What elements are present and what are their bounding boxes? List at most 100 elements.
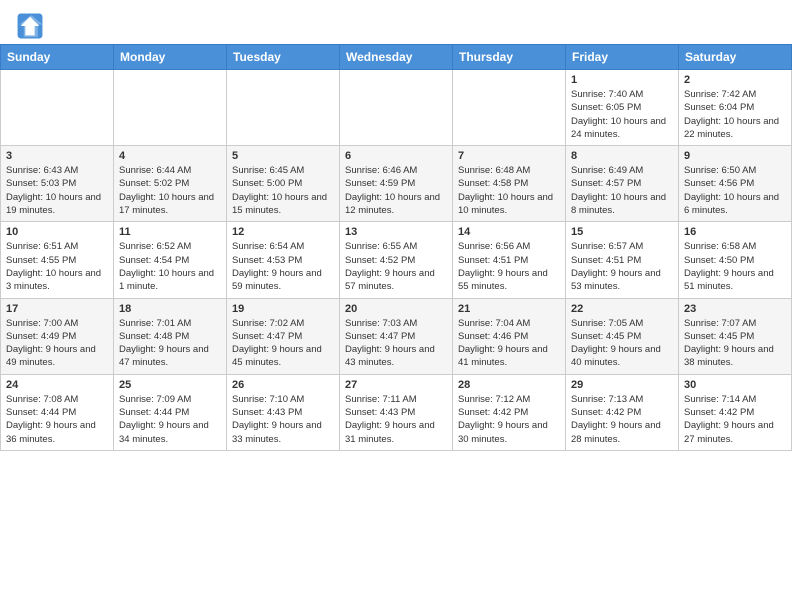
- day-header-thursday: Thursday: [453, 45, 566, 70]
- day-info: Sunrise: 7:13 AM Sunset: 4:42 PM Dayligh…: [571, 393, 673, 446]
- day-number: 11: [119, 226, 221, 238]
- calendar-cell: 8Sunrise: 6:49 AM Sunset: 4:57 PM Daylig…: [566, 146, 679, 222]
- page-header: [0, 0, 792, 44]
- day-info: Sunrise: 6:58 AM Sunset: 4:50 PM Dayligh…: [684, 240, 786, 293]
- calendar-cell: 13 Sunrise: 6:55 AM Sunset: 4:52 PM Dayli…: [340, 222, 453, 298]
- calendar-table: SundayMondayTuesdayWednesdayThursdayFrid…: [0, 44, 792, 451]
- calendar-cell: 25 Sunrise: 7:09 AM Sunset: 4:44 PM Dayli…: [114, 374, 227, 450]
- calendar-week-4: 17 Sunrise: 7:00 AM Sunset: 4:49 PM Dayli…: [1, 298, 792, 374]
- calendar-cell: 16Sunrise: 6:58 AM Sunset: 4:50 PM Dayli…: [679, 222, 792, 298]
- day-info: Sunrise: 7:04 AM Sunset: 4:46 PM Dayligh…: [458, 317, 560, 370]
- day-number: 18: [119, 303, 221, 315]
- day-info: Sunrise: 6:55 AM Sunset: 4:52 PM Dayligh…: [345, 240, 447, 293]
- day-info: Sunrise: 6:45 AM Sunset: 5:00 PM Dayligh…: [232, 164, 334, 217]
- day-info: Sunrise: 7:05 AM Sunset: 4:45 PM Dayligh…: [571, 317, 673, 370]
- calendar-cell: 2 Sunrise: 7:42 AM Sunset: 6:04 PM Daylig…: [679, 70, 792, 146]
- calendar-cell: 11 Sunrise: 6:52 AM Sunset: 4:54 PM Dayli…: [114, 222, 227, 298]
- day-number: 27: [345, 379, 447, 391]
- calendar-cell: 19 Sunrise: 7:02 AM Sunset: 4:47 PM Dayli…: [227, 298, 340, 374]
- day-info: Sunrise: 6:48 AM Sunset: 4:58 PM Dayligh…: [458, 164, 560, 217]
- calendar-cell: 3 Sunrise: 6:43 AM Sunset: 5:03 PM Daylig…: [1, 146, 114, 222]
- day-info: Sunrise: 6:57 AM Sunset: 4:51 PM Dayligh…: [571, 240, 673, 293]
- calendar-cell: [453, 70, 566, 146]
- day-number: 22: [571, 303, 673, 315]
- day-info: Sunrise: 7:10 AM Sunset: 4:43 PM Dayligh…: [232, 393, 334, 446]
- calendar-cell: [340, 70, 453, 146]
- day-number: 5: [232, 150, 334, 162]
- day-info: Sunrise: 6:52 AM Sunset: 4:54 PM Dayligh…: [119, 240, 221, 293]
- day-number: 1: [571, 74, 673, 86]
- day-number: 29: [571, 379, 673, 391]
- day-number: 23: [684, 303, 786, 315]
- calendar-cell: 30 Sunrise: 7:14 AM Sunset: 4:42 PM Dayli…: [679, 374, 792, 450]
- calendar-cell: 6Sunrise: 6:46 AM Sunset: 4:59 PM Daylig…: [340, 146, 453, 222]
- day-number: 14: [458, 226, 560, 238]
- calendar-cell: 23Sunrise: 7:07 AM Sunset: 4:45 PM Dayli…: [679, 298, 792, 374]
- day-info: Sunrise: 6:44 AM Sunset: 5:02 PM Dayligh…: [119, 164, 221, 217]
- logo: [16, 12, 48, 40]
- calendar-cell: 17 Sunrise: 7:00 AM Sunset: 4:49 PM Dayli…: [1, 298, 114, 374]
- day-number: 2: [684, 74, 786, 86]
- calendar-cell: [114, 70, 227, 146]
- calendar-cell: 21Sunrise: 7:04 AM Sunset: 4:46 PM Dayli…: [453, 298, 566, 374]
- calendar-cell: 15 Sunrise: 6:57 AM Sunset: 4:51 PM Dayli…: [566, 222, 679, 298]
- day-header-saturday: Saturday: [679, 45, 792, 70]
- day-number: 10: [6, 226, 108, 238]
- day-number: 19: [232, 303, 334, 315]
- day-info: Sunrise: 7:12 AM Sunset: 4:42 PM Dayligh…: [458, 393, 560, 446]
- calendar-cell: 5 Sunrise: 6:45 AM Sunset: 5:00 PM Daylig…: [227, 146, 340, 222]
- day-number: 17: [6, 303, 108, 315]
- day-header-friday: Friday: [566, 45, 679, 70]
- calendar-week-5: 24 Sunrise: 7:08 AM Sunset: 4:44 PM Dayli…: [1, 374, 792, 450]
- day-number: 9: [684, 150, 786, 162]
- day-info: Sunrise: 7:00 AM Sunset: 4:49 PM Dayligh…: [6, 317, 108, 370]
- calendar-cell: 4 Sunrise: 6:44 AM Sunset: 5:02 PM Daylig…: [114, 146, 227, 222]
- day-info: Sunrise: 7:01 AM Sunset: 4:48 PM Dayligh…: [119, 317, 221, 370]
- day-number: 25: [119, 379, 221, 391]
- day-number: 30: [684, 379, 786, 391]
- calendar-cell: 29 Sunrise: 7:13 AM Sunset: 4:42 PM Dayli…: [566, 374, 679, 450]
- day-number: 13: [345, 226, 447, 238]
- day-header-wednesday: Wednesday: [340, 45, 453, 70]
- day-header-sunday: Sunday: [1, 45, 114, 70]
- day-info: Sunrise: 7:14 AM Sunset: 4:42 PM Dayligh…: [684, 393, 786, 446]
- calendar-cell: [227, 70, 340, 146]
- calendar-cell: 9 Sunrise: 6:50 AM Sunset: 4:56 PM Daylig…: [679, 146, 792, 222]
- day-info: Sunrise: 7:02 AM Sunset: 4:47 PM Dayligh…: [232, 317, 334, 370]
- calendar-cell: [1, 70, 114, 146]
- day-number: 15: [571, 226, 673, 238]
- day-number: 7: [458, 150, 560, 162]
- day-number: 8: [571, 150, 673, 162]
- day-info: Sunrise: 6:50 AM Sunset: 4:56 PM Dayligh…: [684, 164, 786, 217]
- day-info: Sunrise: 7:40 AM Sunset: 6:05 PM Dayligh…: [571, 88, 673, 141]
- day-info: Sunrise: 6:46 AM Sunset: 4:59 PM Dayligh…: [345, 164, 447, 217]
- calendar-cell: 14 Sunrise: 6:56 AM Sunset: 4:51 PM Dayli…: [453, 222, 566, 298]
- calendar-cell: 28 Sunrise: 7:12 AM Sunset: 4:42 PM Dayli…: [453, 374, 566, 450]
- day-number: 24: [6, 379, 108, 391]
- day-info: Sunrise: 6:51 AM Sunset: 4:55 PM Dayligh…: [6, 240, 108, 293]
- calendar-cell: 18 Sunrise: 7:01 AM Sunset: 4:48 PM Dayli…: [114, 298, 227, 374]
- day-info: Sunrise: 7:11 AM Sunset: 4:43 PM Dayligh…: [345, 393, 447, 446]
- calendar-cell: 10 Sunrise: 6:51 AM Sunset: 4:55 PM Dayli…: [1, 222, 114, 298]
- day-info: Sunrise: 7:42 AM Sunset: 6:04 PM Dayligh…: [684, 88, 786, 141]
- day-info: Sunrise: 6:43 AM Sunset: 5:03 PM Dayligh…: [6, 164, 108, 217]
- day-info: Sunrise: 6:54 AM Sunset: 4:53 PM Dayligh…: [232, 240, 334, 293]
- calendar-cell: 27 Sunrise: 7:11 AM Sunset: 4:43 PM Dayli…: [340, 374, 453, 450]
- day-info: Sunrise: 7:09 AM Sunset: 4:44 PM Dayligh…: [119, 393, 221, 446]
- day-number: 12: [232, 226, 334, 238]
- calendar-cell: 12 Sunrise: 6:54 AM Sunset: 4:53 PM Dayli…: [227, 222, 340, 298]
- calendar-week-3: 10 Sunrise: 6:51 AM Sunset: 4:55 PM Dayli…: [1, 222, 792, 298]
- day-number: 26: [232, 379, 334, 391]
- calendar-cell: 7 Sunrise: 6:48 AM Sunset: 4:58 PM Daylig…: [453, 146, 566, 222]
- day-number: 4: [119, 150, 221, 162]
- day-header-monday: Monday: [114, 45, 227, 70]
- day-info: Sunrise: 7:08 AM Sunset: 4:44 PM Dayligh…: [6, 393, 108, 446]
- day-number: 3: [6, 150, 108, 162]
- calendar-cell: 20Sunrise: 7:03 AM Sunset: 4:47 PM Dayli…: [340, 298, 453, 374]
- logo-icon: [16, 12, 44, 40]
- calendar-week-2: 3 Sunrise: 6:43 AM Sunset: 5:03 PM Daylig…: [1, 146, 792, 222]
- day-info: Sunrise: 7:03 AM Sunset: 4:47 PM Dayligh…: [345, 317, 447, 370]
- day-number: 28: [458, 379, 560, 391]
- day-header-tuesday: Tuesday: [227, 45, 340, 70]
- day-info: Sunrise: 6:56 AM Sunset: 4:51 PM Dayligh…: [458, 240, 560, 293]
